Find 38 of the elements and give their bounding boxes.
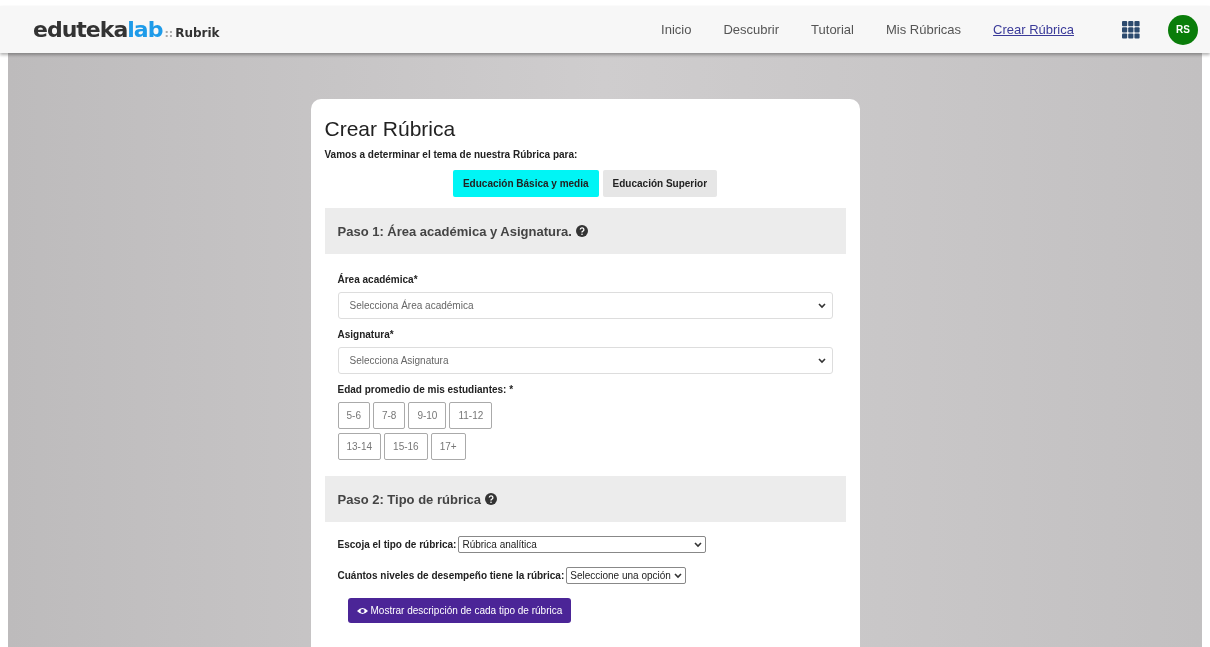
nav-link[interactable]: Descubrir (723, 22, 780, 37)
nav-link[interactable]: Inicio (661, 22, 692, 37)
age-option[interactable]: 11-12 (449, 402, 493, 429)
page-title: Crear Rúbrica (324, 117, 457, 141)
field-label: Asignatura* (337, 329, 395, 340)
chevron-icon (694, 541, 703, 548)
apps-grid-icon[interactable] (1122, 20, 1140, 39)
field-label: Escoja el tipo de rúbrica: (337, 539, 457, 550)
logo[interactable]: edutekalab:: Rubrik (33, 17, 220, 42)
level-toggle[interactable]: Educación Superior (602, 170, 718, 197)
age-option[interactable]: 17+ (430, 433, 466, 460)
select-field[interactable]: Rúbrica analítica (458, 536, 707, 553)
nav-link[interactable]: Crear Rúbrica (993, 22, 1074, 37)
chevron-icon (673, 572, 682, 579)
age-option[interactable]: 5-6 (337, 402, 370, 429)
chevron-icon (817, 357, 826, 364)
intro-text: Vamos a determinar el tema de nuestra Rúbrica para: (324, 149, 579, 160)
age-option[interactable]: 15-16 (384, 433, 428, 460)
step-title: Paso 2: Tipo de rúbrica (337, 491, 482, 507)
chevron-icon (817, 302, 826, 309)
user-avatar[interactable]: RS (1168, 14, 1198, 45)
help-icon (485, 493, 498, 505)
help-icon (575, 225, 588, 237)
field-label: Edad promedio de mis estudiantes: * (337, 384, 515, 395)
nav-link[interactable]: Tutorial (811, 22, 854, 37)
select-field[interactable]: Selecciona Área académica (337, 292, 833, 319)
age-option[interactable]: 13-14 (337, 433, 382, 460)
level-toggle[interactable]: Educación Básica y media (452, 170, 599, 197)
select-field[interactable]: Selecciona Asignatura (337, 347, 833, 374)
field-label: Cuántos niveles de desempeño tiene la rúbrica: (337, 570, 565, 581)
step-title: Paso 1: Área académica y Asignatura. (337, 223, 572, 239)
field-label: Área académica* (337, 274, 419, 285)
age-option[interactable]: 7-8 (372, 402, 406, 429)
show-description-button[interactable]: Mostrar descripción de cada tipo de rúbrica (347, 598, 572, 623)
select-field[interactable]: Seleccione una opción (566, 567, 686, 584)
eye-icon (356, 606, 368, 615)
age-option[interactable]: 9-10 (408, 402, 447, 429)
nav-link[interactable]: Mis Rúbricas (885, 22, 962, 37)
